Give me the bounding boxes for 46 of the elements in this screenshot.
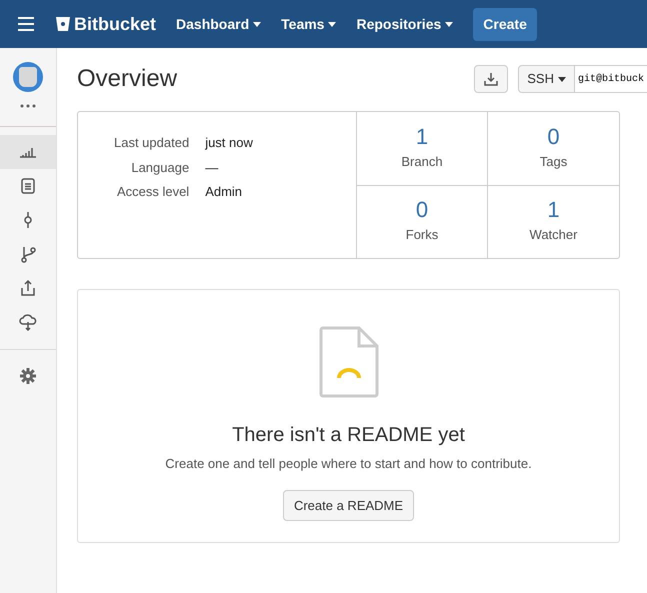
readme-heading: There isn't a README yet [232, 423, 465, 448]
caret-icon [328, 22, 336, 26]
download-icon [484, 72, 498, 86]
repository-avatar[interactable] [13, 62, 43, 92]
detail-value: Admin [205, 183, 244, 201]
stat-tile[interactable]: 1 Branch [357, 112, 488, 186]
stat-count: 0 [547, 126, 560, 148]
create-readme-button[interactable]: Create a README [282, 490, 414, 521]
caret-icon [253, 22, 262, 26]
caret-icon [445, 22, 454, 26]
caret-icon [558, 76, 566, 82]
stat-label: Watcher [530, 226, 578, 244]
brand-name[interactable]: Bitbucket [74, 10, 156, 38]
detail-label: Last updated [114, 134, 190, 152]
stat-count: 1 [416, 126, 428, 148]
stat-label: Forks [406, 226, 438, 244]
bar-chart-icon [19, 146, 37, 158]
document-icon [19, 177, 37, 195]
detail-value: — [205, 158, 220, 176]
readme-description: Create one and tell people where to start and how to contribute. [165, 455, 532, 473]
stat-label: Tags [540, 152, 568, 171]
stat-count: 0 [416, 199, 428, 221]
stat-label: Branch [401, 152, 443, 170]
page-title: Overview [77, 64, 178, 94]
detail-label: Access level [116, 183, 190, 201]
detail-value: just now [205, 134, 253, 152]
detail-label: Language [130, 158, 190, 177]
nav-menu[interactable]: Teams [281, 14, 336, 34]
upload-icon [19, 279, 37, 297]
download-button[interactable] [474, 65, 508, 93]
more-icon[interactable] [20, 104, 36, 108]
stat-tile[interactable]: 1 Watcher [488, 186, 619, 258]
clone-url-field[interactable]: git@bitbuck [574, 65, 647, 93]
create-button[interactable]: Create [473, 8, 537, 40]
stat-tile[interactable]: 0 Forks [357, 186, 488, 258]
menu-icon[interactable] [18, 17, 34, 31]
stat-tile[interactable]: 0 Tags [488, 112, 619, 186]
nav-menu[interactable]: Dashboard [176, 14, 262, 34]
empty-document-icon [318, 326, 378, 398]
bucket-logo-icon[interactable] [56, 16, 70, 32]
stat-count: 1 [547, 199, 560, 221]
branch-icon [19, 245, 37, 263]
cloud-download-icon [19, 313, 37, 331]
protocol-dropdown[interactable]: SSH [518, 65, 575, 93]
settings-icon[interactable] [20, 368, 36, 384]
nav-menu[interactable]: Repositories [356, 14, 454, 34]
